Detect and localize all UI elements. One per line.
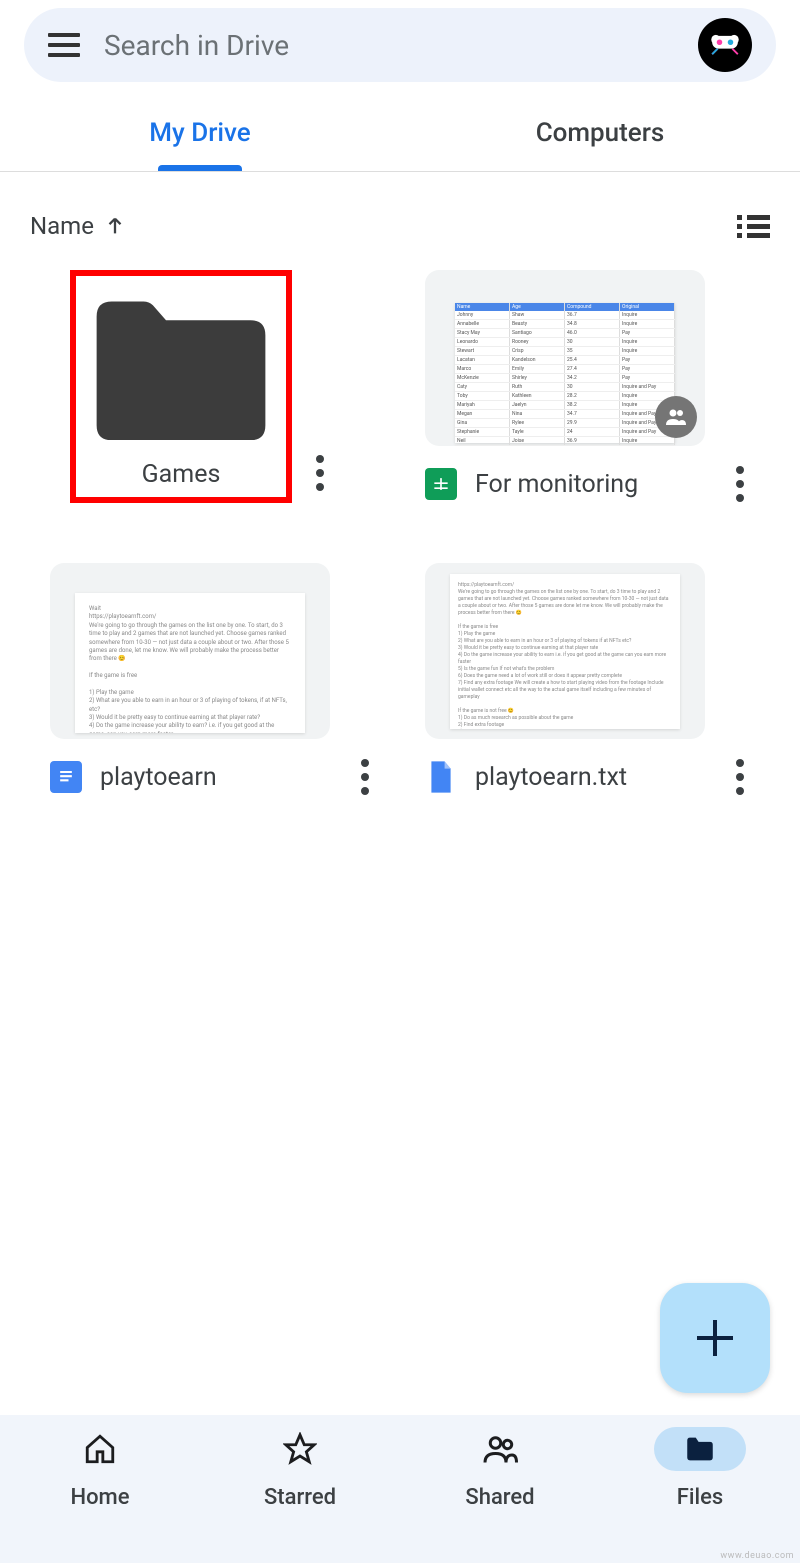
search-placeholder: Search in Drive xyxy=(104,29,698,62)
file-thumbnail: Waithttps://playtoearnft.com/ We're goin… xyxy=(50,563,330,739)
file-icon xyxy=(425,761,457,793)
bottom-nav: Home Starred Shared Files xyxy=(0,1415,800,1563)
file-grid: Games NameAgeCompoundOriginal JohnnyShaw… xyxy=(0,270,800,795)
new-button[interactable] xyxy=(660,1283,770,1393)
people-icon xyxy=(482,1431,518,1467)
file-item-playtoearn-doc[interactable]: Waithttps://playtoearnft.com/ We're goin… xyxy=(50,563,375,795)
drive-tabs: My Drive Computers xyxy=(0,94,800,172)
docs-icon xyxy=(50,761,82,793)
file-item-playtoearn-txt[interactable]: https://playtoearnft.com/ We're going to… xyxy=(425,563,750,795)
nav-label: Starred xyxy=(264,1485,336,1510)
file-thumbnail: https://playtoearnft.com/ We're going to… xyxy=(425,563,705,739)
profile-avatar[interactable] xyxy=(698,18,752,72)
file-name: Games xyxy=(84,460,278,489)
folder-icon xyxy=(86,298,276,440)
tab-computers[interactable]: Computers xyxy=(400,94,800,171)
folder-thumbnail xyxy=(84,298,278,440)
watermark: www.deuao.com xyxy=(720,1551,794,1561)
nav-label: Files xyxy=(677,1485,723,1510)
file-thumbnail: NameAgeCompoundOriginal JohnnyShaw36.7In… xyxy=(425,270,705,446)
nav-shared[interactable]: Shared xyxy=(400,1427,600,1563)
star-icon xyxy=(283,1432,317,1466)
home-icon xyxy=(83,1432,117,1466)
file-item-games[interactable]: Games xyxy=(50,270,375,503)
nav-files[interactable]: Files xyxy=(600,1427,800,1563)
file-name: For monitoring xyxy=(475,470,712,499)
search-bar[interactable]: Search in Drive xyxy=(24,8,776,82)
file-name: playtoearn xyxy=(100,763,337,792)
plus-icon xyxy=(697,1320,733,1356)
more-icon[interactable] xyxy=(310,455,330,491)
nav-starred[interactable]: Starred xyxy=(200,1427,400,1563)
sheets-icon xyxy=(425,468,457,500)
arrow-up-icon xyxy=(104,215,126,237)
folder-icon xyxy=(683,1432,717,1466)
sort-by-name[interactable]: Name xyxy=(30,212,126,240)
sort-label: Name xyxy=(30,212,94,240)
more-icon[interactable] xyxy=(730,759,750,795)
file-item-monitoring[interactable]: NameAgeCompoundOriginal JohnnyShaw36.7In… xyxy=(425,270,750,503)
file-name: playtoearn.txt xyxy=(475,763,712,792)
more-icon[interactable] xyxy=(355,759,375,795)
nav-home[interactable]: Home xyxy=(0,1427,200,1563)
annotation-highlight: Games xyxy=(70,270,292,503)
nav-label: Home xyxy=(70,1485,129,1510)
more-icon[interactable] xyxy=(730,466,750,502)
shared-badge-icon xyxy=(655,396,697,438)
menu-icon[interactable] xyxy=(48,33,80,57)
nav-label: Shared xyxy=(465,1485,534,1510)
list-view-icon[interactable] xyxy=(737,215,770,238)
tab-my-drive[interactable]: My Drive xyxy=(0,94,400,171)
sort-row: Name xyxy=(0,172,800,270)
